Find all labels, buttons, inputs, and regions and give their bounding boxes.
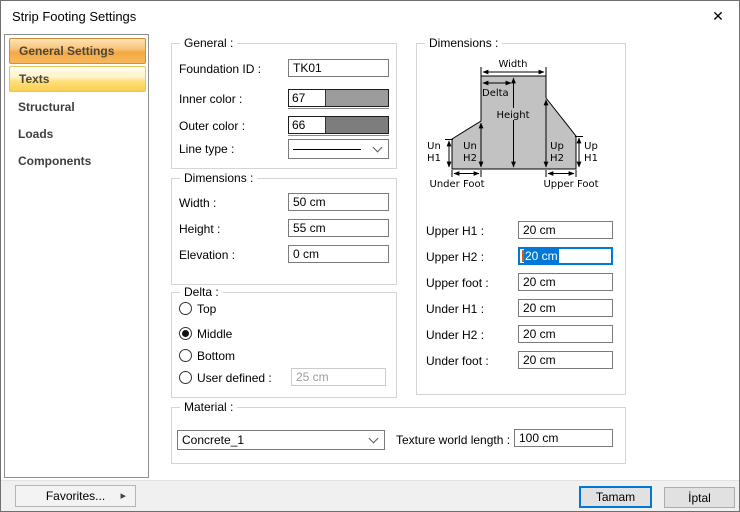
close-icon[interactable]: ✕ — [705, 5, 731, 27]
upper-foot-field[interactable]: 20 cm — [518, 273, 613, 291]
delta-top-label[interactable]: Top — [197, 302, 216, 316]
sidebar-item-general-settings[interactable]: General Settings — [9, 38, 146, 64]
under-foot-field[interactable]: 20 cm — [518, 351, 613, 369]
diagram-under-foot-label: Under Foot — [430, 179, 485, 190]
delta-bottom-radio[interactable] — [179, 349, 192, 362]
ok-button[interactable]: Tamam — [579, 486, 652, 508]
chevron-down-icon — [369, 434, 379, 444]
footing-cross-section-diagram: Width Delta Height Un H2 Up H2 Un H1 Up … — [416, 56, 626, 198]
diagram-up-h1-label-line1: Up — [584, 141, 598, 152]
foundation-id-field[interactable]: TK01 — [288, 59, 389, 77]
settings-nav-sidebar: General Settings Texts Structural Loads … — [4, 34, 149, 478]
diagram-height-label: Height — [496, 110, 529, 121]
upper-foot-label: Upper foot : — [426, 276, 489, 290]
delta-top-radio[interactable] — [179, 302, 192, 315]
delta-middle-label[interactable]: Middle — [197, 327, 232, 341]
under-h2-label: Under H2 : — [426, 328, 484, 342]
cancel-button[interactable]: İptal — [664, 487, 735, 508]
material-dropdown[interactable]: Concrete_1 — [177, 430, 385, 450]
width-field[interactable]: 50 cm — [288, 193, 389, 211]
height-field[interactable]: 55 cm — [288, 219, 389, 237]
under-h1-label: Under H1 : — [426, 302, 484, 316]
diagram-up-h2-label-line2: H2 — [550, 153, 564, 164]
delta-bottom-label[interactable]: Bottom — [197, 349, 235, 363]
outer-color-label: Outer color : — [179, 119, 245, 133]
material-selected-value: Concrete_1 — [182, 433, 244, 447]
texture-world-length-label: Texture world length : — [396, 433, 510, 447]
inner-color-value: 67 — [289, 90, 326, 106]
outer-color-swatch — [326, 117, 388, 133]
sidebar-item-loads[interactable]: Loads — [9, 124, 146, 144]
dimensions-right-legend: Dimensions : — [425, 36, 502, 50]
width-label: Width : — [179, 196, 216, 210]
diagram-upper-foot-label: Upper Foot — [543, 179, 598, 190]
delta-user-defined-label[interactable]: User defined : — [197, 371, 272, 385]
diagram-up-h1-label-line2: H1 — [584, 153, 598, 164]
arrow-right-icon: ▸ — [120, 489, 126, 502]
under-h1-field[interactable]: 20 cm — [518, 299, 613, 317]
chevron-down-icon — [373, 143, 383, 153]
diagram-un-h1-label-line1: Un — [427, 141, 441, 152]
general-group-legend: General : — [180, 36, 237, 50]
upper-h2-label: Upper H2 : — [426, 250, 484, 264]
favorites-button[interactable]: Favorites... ▸ — [15, 485, 136, 507]
outer-color-picker[interactable]: 66 — [288, 116, 389, 134]
delta-group-legend: Delta : — [180, 285, 223, 299]
delta-middle-radio[interactable] — [179, 327, 192, 340]
strip-footing-settings-dialog: Strip Footing Settings ✕ General Setting… — [0, 0, 740, 512]
upper-h1-label: Upper H1 : — [426, 224, 484, 238]
diagram-up-h2-label-line1: Up — [550, 141, 564, 152]
under-h2-field[interactable]: 20 cm — [518, 325, 613, 343]
line-type-sample — [293, 149, 361, 150]
inner-color-label: Inner color : — [179, 92, 242, 106]
outer-color-value: 66 — [289, 117, 326, 133]
diagram-un-h2-label-line1: Un — [463, 141, 477, 152]
diagram-un-h2-label-line2: H2 — [463, 153, 477, 164]
sidebar-item-components[interactable]: Components — [9, 151, 146, 171]
elevation-label: Elevation : — [179, 248, 235, 262]
diagram-width-label: Width — [498, 59, 527, 70]
delta-user-defined-field[interactable]: 25 cm — [291, 368, 386, 386]
elevation-field[interactable]: 0 cm — [288, 245, 389, 263]
line-type-dropdown[interactable] — [288, 139, 389, 159]
dimensions-left-legend: Dimensions : — [180, 171, 257, 185]
line-type-label: Line type : — [179, 142, 234, 156]
footer-bar: Favorites... ▸ Tamam İptal — [1, 480, 740, 512]
diagram-delta-label: Delta — [482, 88, 509, 99]
upper-h2-field[interactable]: 20 cm — [518, 247, 613, 265]
title-bar: Strip Footing Settings ✕ — [1, 1, 739, 31]
dialog-title: Strip Footing Settings — [12, 9, 136, 24]
material-group-legend: Material : — [180, 400, 237, 414]
selected-text: 20 cm — [524, 249, 559, 263]
favorites-button-label: Favorites... — [46, 489, 105, 503]
foundation-id-label: Foundation ID : — [179, 62, 261, 76]
inner-color-picker[interactable]: 67 — [288, 89, 389, 107]
delta-user-defined-radio[interactable] — [179, 371, 192, 384]
texture-world-length-field[interactable]: 100 cm — [514, 429, 613, 447]
sidebar-item-texts[interactable]: Texts — [9, 66, 146, 92]
inner-color-swatch — [326, 90, 388, 106]
sidebar-item-structural[interactable]: Structural — [9, 97, 146, 117]
upper-h1-field[interactable]: 20 cm — [518, 221, 613, 239]
height-label: Height : — [179, 222, 220, 236]
under-foot-label: Under foot : — [426, 354, 489, 368]
diagram-un-h1-label-line2: H1 — [427, 153, 441, 164]
